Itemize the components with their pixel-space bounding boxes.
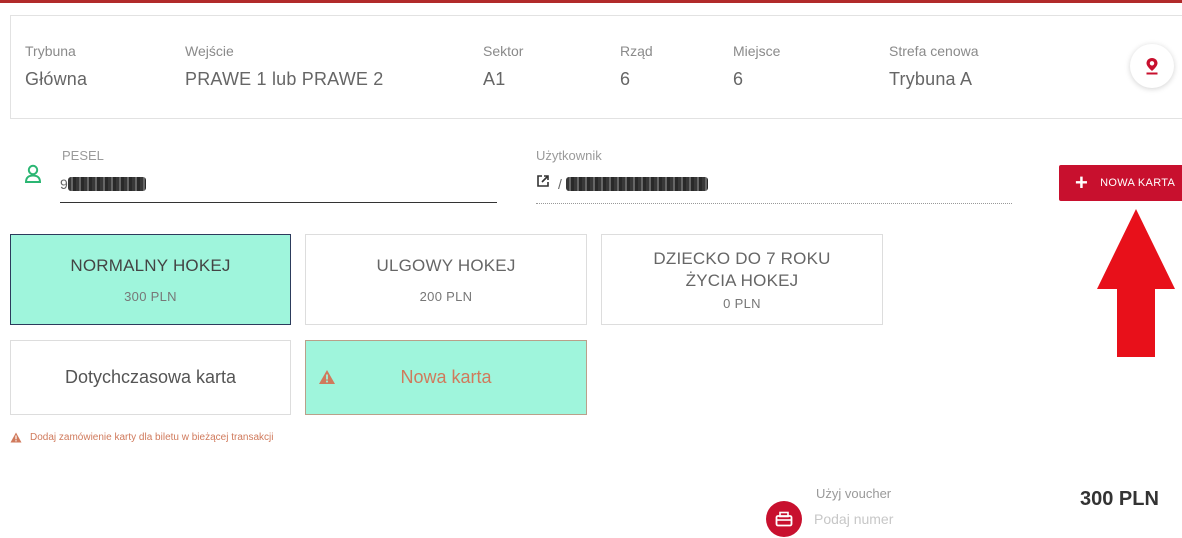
top-accent-line bbox=[0, 0, 1182, 3]
seat-label: Wejście bbox=[185, 43, 234, 59]
seat-info-panel: Trybuna Główna Wejście PRAWE 1 lub PRAWE… bbox=[10, 15, 1182, 119]
seat-value: PRAWE 1 lub PRAWE 2 bbox=[185, 69, 384, 89]
pesel-value: 9 bbox=[60, 176, 68, 192]
seat-value: Trybuna A bbox=[889, 69, 973, 89]
ticket-price: 300 PLN bbox=[124, 289, 177, 304]
seat-col-sektor: Sektor A1 bbox=[483, 43, 523, 90]
seat-label: Rząd bbox=[620, 43, 653, 59]
seat-value: 6 bbox=[620, 69, 631, 89]
plus-icon: + bbox=[1075, 170, 1089, 195]
seat-col-rzad: Rząd 6 bbox=[620, 43, 653, 90]
map-pin-icon bbox=[1146, 58, 1158, 75]
user-input-underline[interactable] bbox=[536, 203, 1012, 204]
voucher-button[interactable] bbox=[766, 501, 802, 537]
warning-icon bbox=[319, 370, 335, 384]
person-icon bbox=[24, 164, 42, 183]
new-card-button-label: NOWA KARTA bbox=[1100, 177, 1176, 189]
seat-value: A1 bbox=[483, 69, 506, 89]
seat-value: 6 bbox=[733, 69, 744, 89]
warning-note-text: Dodaj zamówienie karty dla biletu w bież… bbox=[30, 432, 274, 443]
external-link-icon[interactable] bbox=[536, 174, 550, 188]
seat-label: Trybuna bbox=[25, 43, 76, 59]
seat-col-trybuna: Trybuna Główna bbox=[25, 43, 87, 90]
user-redaction bbox=[566, 177, 708, 191]
seat-col-strefa: Strefa cenowa Trybuna A bbox=[889, 43, 979, 90]
warning-note: Dodaj zamówienie karty dla biletu w bież… bbox=[10, 432, 273, 443]
pesel-redaction bbox=[68, 177, 146, 191]
seat-value: Główna bbox=[25, 69, 88, 89]
seat-label: Miejsce bbox=[733, 43, 781, 59]
pesel-input-underline[interactable] bbox=[60, 202, 497, 203]
pesel-label: PESEL bbox=[62, 148, 104, 163]
ticket-price: 200 PLN bbox=[419, 289, 473, 304]
ticket-option-dziecko[interactable]: DZIECKO DO 7 ROKU ŻYCIA HOKEJ 0 PLN bbox=[601, 234, 883, 325]
user-value: / bbox=[558, 176, 562, 192]
new-card-label: Nowa karta bbox=[400, 367, 492, 387]
ticket-name: DZIECKO DO 7 ROKU ŻYCIA HOKEJ bbox=[653, 249, 831, 290]
ticket-name: ULGOWY HOKEJ bbox=[376, 256, 516, 275]
existing-card-label: Dotychczasowa karta bbox=[64, 367, 237, 387]
seat-label: Strefa cenowa bbox=[889, 43, 979, 59]
new-card-option[interactable]: Nowa karta bbox=[305, 340, 587, 415]
existing-card-option[interactable]: Dotychczasowa karta bbox=[10, 340, 291, 415]
seat-col-miejsce: Miejsce 6 bbox=[733, 43, 780, 90]
voucher-input[interactable]: Podaj numer bbox=[814, 511, 893, 527]
ticket-option-ulgowy[interactable]: ULGOWY HOKEJ 200 PLN bbox=[305, 234, 587, 325]
voucher-icon bbox=[775, 511, 793, 527]
seat-label: Sektor bbox=[483, 43, 524, 59]
user-label: Użytkownik bbox=[536, 148, 602, 163]
map-pin-button[interactable] bbox=[1130, 44, 1174, 88]
voucher-label: Użyj voucher bbox=[816, 486, 892, 501]
total-price: 300 PLN bbox=[1080, 488, 1159, 510]
new-card-button[interactable]: + NOWA KARTA bbox=[1059, 165, 1182, 201]
seat-col-wejscie: Wejście PRAWE 1 lub PRAWE 2 bbox=[185, 43, 384, 90]
annotation-arrow-icon bbox=[1097, 209, 1175, 357]
ticket-price: 0 PLN bbox=[723, 296, 761, 311]
ticket-name: NORMALNY HOKEJ bbox=[70, 256, 231, 275]
warning-icon bbox=[10, 432, 22, 443]
ticket-option-normalny[interactable]: NORMALNY HOKEJ 300 PLN bbox=[10, 234, 291, 325]
